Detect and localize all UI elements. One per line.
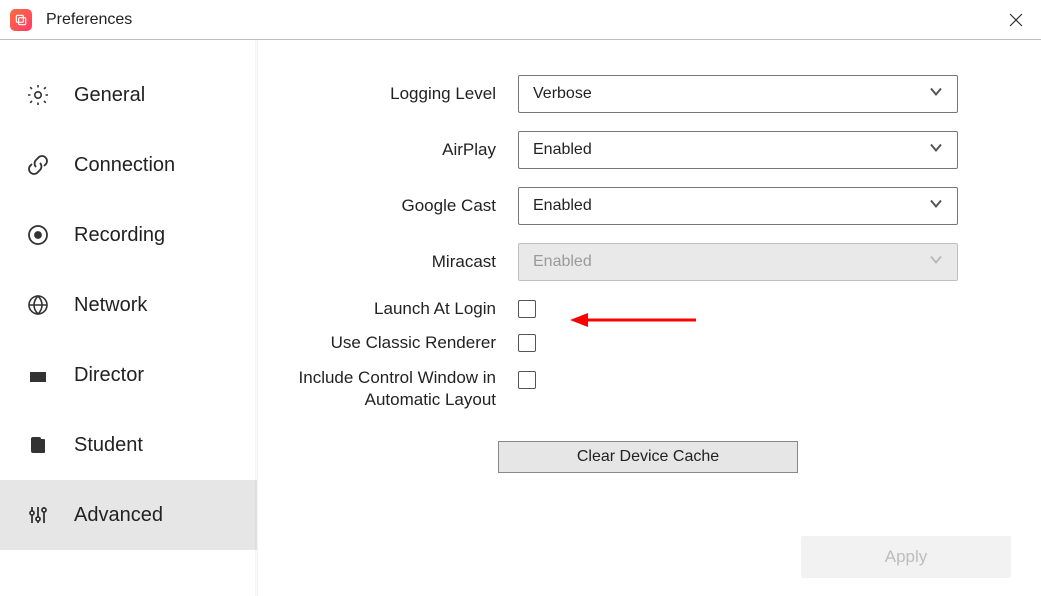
select-value: Enabled bbox=[533, 197, 592, 215]
close-icon bbox=[1009, 13, 1023, 27]
select-value: Enabled bbox=[533, 141, 592, 159]
sliders-icon bbox=[24, 503, 52, 527]
sidebar-item-label: Network bbox=[74, 294, 147, 317]
sidebar-item-general[interactable]: General bbox=[0, 60, 257, 130]
content-panel: Logging Level Verbose AirPlay Enabled Go… bbox=[258, 40, 1041, 596]
checkbox-include-control-window[interactable] bbox=[518, 371, 536, 389]
globe-icon bbox=[24, 293, 52, 317]
label-include-control-window: Include Control Window in Automatic Layo… bbox=[258, 367, 518, 411]
sidebar-item-label: Student bbox=[74, 434, 143, 457]
sidebar: General Connection Recording Network Dir bbox=[0, 40, 258, 596]
sidebar-item-network[interactable]: Network bbox=[0, 270, 257, 340]
checkbox-use-classic-renderer[interactable] bbox=[518, 334, 536, 352]
titlebar: Preferences bbox=[0, 0, 1041, 40]
clear-device-cache-button[interactable]: Clear Device Cache bbox=[498, 441, 798, 473]
chevron-down-icon bbox=[929, 141, 943, 160]
apply-button: Apply bbox=[801, 536, 1011, 578]
close-button[interactable] bbox=[1001, 5, 1031, 35]
sidebar-item-recording[interactable]: Recording bbox=[0, 200, 257, 270]
sidebar-item-student[interactable]: Student bbox=[0, 410, 257, 480]
select-google-cast[interactable]: Enabled bbox=[518, 187, 958, 225]
checkbox-launch-at-login[interactable] bbox=[518, 300, 536, 318]
label-launch-at-login: Launch At Login bbox=[258, 299, 518, 319]
student-icon bbox=[24, 433, 52, 457]
window-title: Preferences bbox=[46, 11, 132, 29]
select-value: Enabled bbox=[533, 253, 592, 271]
sidebar-item-director[interactable]: Director bbox=[0, 340, 257, 410]
button-label: Clear Device Cache bbox=[577, 448, 719, 466]
chevron-down-icon bbox=[929, 253, 943, 272]
label-logging-level: Logging Level bbox=[258, 84, 518, 104]
label-google-cast: Google Cast bbox=[258, 196, 518, 216]
sidebar-item-label: Recording bbox=[74, 224, 165, 247]
select-miracast: Enabled bbox=[518, 243, 958, 281]
chevron-down-icon bbox=[929, 197, 943, 216]
record-icon bbox=[24, 223, 52, 247]
slate-icon bbox=[24, 363, 52, 387]
link-icon bbox=[24, 153, 52, 177]
sidebar-item-label: Director bbox=[74, 364, 144, 387]
sidebar-item-label: Connection bbox=[74, 154, 175, 177]
sidebar-item-label: General bbox=[74, 84, 145, 107]
chevron-down-icon bbox=[929, 85, 943, 104]
select-logging-level[interactable]: Verbose bbox=[518, 75, 958, 113]
sidebar-item-connection[interactable]: Connection bbox=[0, 130, 257, 200]
sidebar-item-advanced[interactable]: Advanced bbox=[0, 480, 257, 550]
button-label: Apply bbox=[885, 547, 928, 567]
select-value: Verbose bbox=[533, 85, 592, 103]
sidebar-item-label: Advanced bbox=[74, 504, 163, 527]
app-icon bbox=[10, 9, 32, 31]
label-use-classic-renderer: Use Classic Renderer bbox=[258, 333, 518, 353]
label-airplay: AirPlay bbox=[258, 140, 518, 160]
label-miracast: Miracast bbox=[258, 252, 518, 272]
gear-icon bbox=[24, 83, 52, 107]
select-airplay[interactable]: Enabled bbox=[518, 131, 958, 169]
